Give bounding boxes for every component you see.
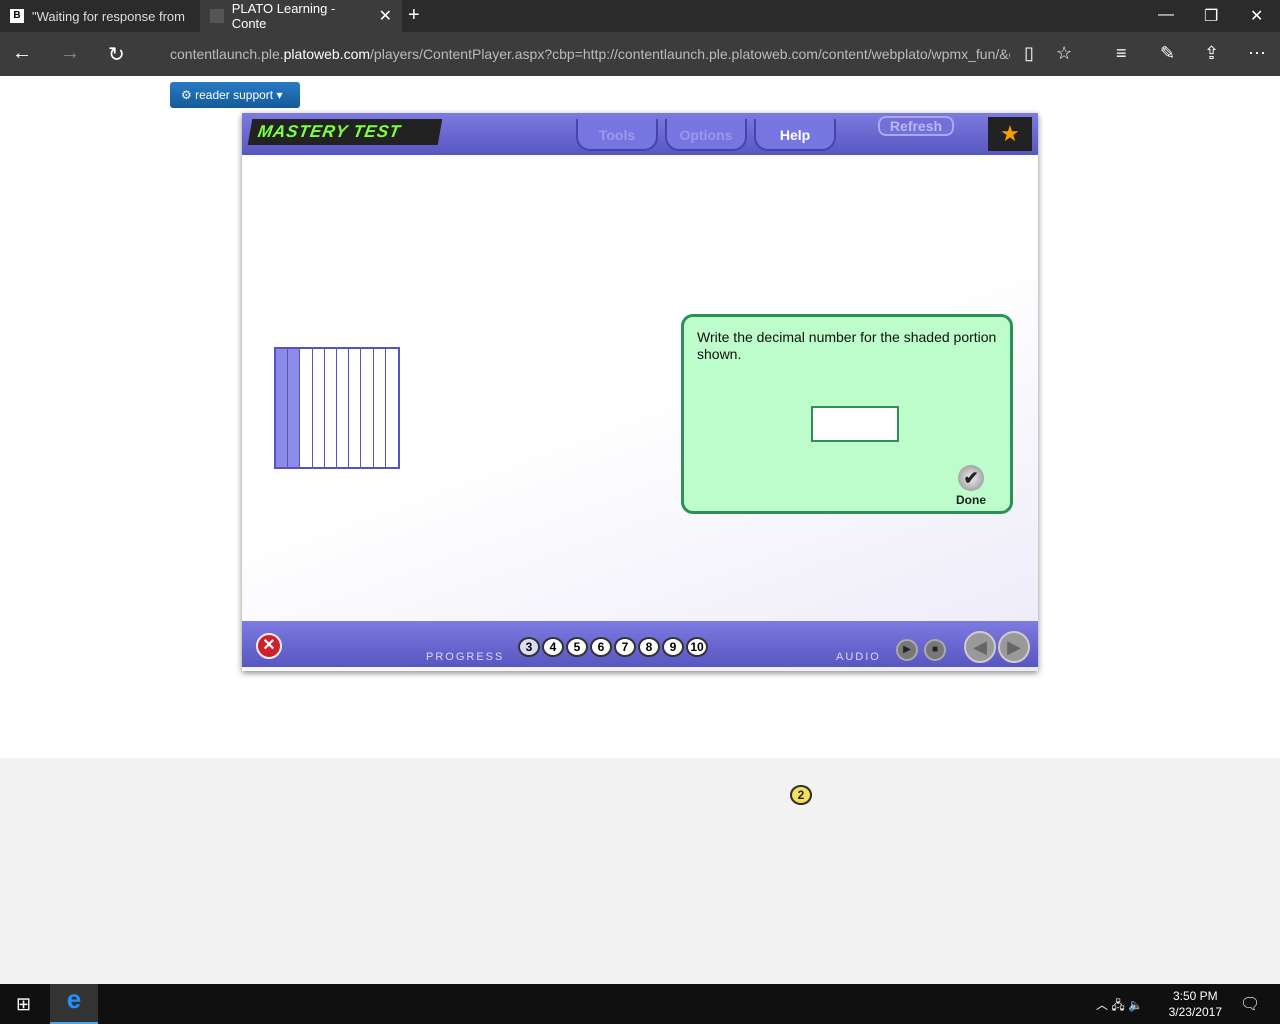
model-strip (276, 349, 289, 467)
forward-icon: → (60, 42, 80, 64)
plato-player: MASTERY TEST Tools Options Help Refresh … (242, 113, 1038, 805)
url-field[interactable]: contentlaunch.ple.platoweb.com/players/C… (170, 46, 1010, 62)
exit-x-icon[interactable]: ✕ (256, 633, 282, 659)
progress-indicators: 12345678910 (518, 637, 812, 805)
star-figure-icon[interactable]: ★ (988, 117, 1032, 151)
audio-stop-icon[interactable]: ■ (924, 639, 946, 661)
model-strip (349, 349, 362, 467)
tab-waiting[interactable]: B "Waiting for response from (0, 0, 200, 32)
next-arrow-icon[interactable]: ▶ (998, 631, 1030, 663)
favorite-star-icon[interactable]: ☆ (1056, 43, 1072, 64)
player-header: MASTERY TEST Tools Options Help Refresh … (242, 113, 1038, 155)
minimize-icon[interactable]: — (1158, 6, 1174, 24)
action-center-icon[interactable]: 🗨 (1240, 994, 1260, 1014)
done-button[interactable]: ✔ Done (956, 465, 986, 507)
more-icon[interactable]: ⋯ (1248, 43, 1266, 64)
new-tab-icon[interactable]: + (408, 4, 420, 27)
clock[interactable]: 3:50 PM 3/23/2017 (1169, 988, 1222, 1020)
url-rest: /players/ContentPlayer.aspx?cbp=http://c… (370, 46, 1010, 62)
player-footer: ✕ PROGRESS 12345678910 AUDIO ▶ ■ ◀ ▶ (242, 621, 1038, 805)
previous-arrow-icon[interactable]: ◀ (964, 631, 996, 663)
reader-support-button[interactable]: ⚙ reader support ▾ (170, 82, 300, 108)
edge-taskbar-icon[interactable]: e (50, 984, 98, 1024)
windows-start-icon[interactable]: ⊞ (16, 994, 31, 1015)
back-icon[interactable]: ← (12, 42, 32, 65)
mastery-test-logo: MASTERY TEST (247, 119, 443, 145)
model-strip (361, 349, 374, 467)
tab-plato[interactable]: PLATO Learning - Conte ✕ (200, 0, 402, 32)
model-strip (336, 349, 350, 467)
reading-view-icon[interactable]: ▯ (1024, 43, 1034, 64)
progress-item-2[interactable]: 2 (790, 785, 812, 805)
progress-item-8[interactable]: 8 (638, 637, 660, 657)
done-label: Done (956, 493, 986, 507)
answer-input[interactable] (811, 406, 899, 442)
close-tab-icon[interactable]: ✕ (379, 6, 392, 26)
progress-item-10[interactable]: 10 (686, 637, 708, 657)
model-strip (300, 349, 313, 467)
tools-tab[interactable]: Tools (576, 119, 658, 151)
tab-bar: B "Waiting for response from PLATO Learni… (0, 0, 1280, 32)
model-strip (324, 349, 337, 467)
question-box: Write the decimal number for the shaded … (681, 314, 1013, 514)
progress-item-9[interactable]: 9 (662, 637, 684, 657)
progress-item-3[interactable]: 3 (518, 637, 540, 657)
progress-item-7[interactable]: 7 (614, 637, 636, 657)
tab-favicon-icon: B (10, 9, 24, 23)
decimal-model (274, 347, 400, 469)
question-text: Write the decimal number for the shaded … (697, 329, 997, 362)
model-strip (373, 349, 386, 467)
hub-icon[interactable]: ≡ (1116, 43, 1127, 64)
progress-item-4[interactable]: 4 (542, 637, 564, 657)
tab-label: "Waiting for response from (32, 8, 185, 24)
time: 3:50 PM (1172, 989, 1218, 1003)
taskbar: ⊞ e ︿ 🖧 🔈 3:50 PM 3/23/2017 🗨 (0, 984, 1280, 1024)
audio-label: AUDIO (836, 651, 881, 663)
checkmark-icon: ✔ (958, 465, 984, 491)
refresh-icon[interactable]: ↻ (108, 42, 125, 67)
progress-item-5[interactable]: 5 (566, 637, 588, 657)
web-note-icon[interactable]: ✎ (1160, 43, 1175, 64)
window-close-icon[interactable]: ✕ (1250, 6, 1263, 26)
reader-support-label: reader support (195, 88, 274, 102)
model-strip (385, 349, 398, 467)
restore-icon[interactable]: ❐ (1204, 6, 1218, 26)
help-tab[interactable]: Help (754, 119, 836, 151)
url-prefix: contentlaunch.ple. (170, 46, 284, 62)
model-strip (288, 349, 301, 467)
date: 3/23/2017 (1168, 1005, 1222, 1019)
progress-label: PROGRESS (426, 651, 505, 663)
model-strip (312, 349, 325, 467)
url-domain: platoweb.com (283, 46, 371, 62)
audio-play-icon[interactable]: ▶ (896, 639, 918, 661)
tray-icons[interactable]: ︿ 🖧 🔈 (1096, 996, 1143, 1017)
address-bar-row: ← → ↻ contentlaunch.ple.platoweb.com/pla… (0, 32, 1280, 76)
tab-label: PLATO Learning - Conte (231, 1, 336, 31)
options-tab[interactable]: Options (665, 119, 747, 151)
share-icon[interactable]: ⇪ (1204, 43, 1219, 64)
progress-item-6[interactable]: 6 (590, 637, 612, 657)
refresh-button[interactable]: Refresh (878, 116, 954, 136)
plato-favicon-icon (210, 9, 224, 23)
